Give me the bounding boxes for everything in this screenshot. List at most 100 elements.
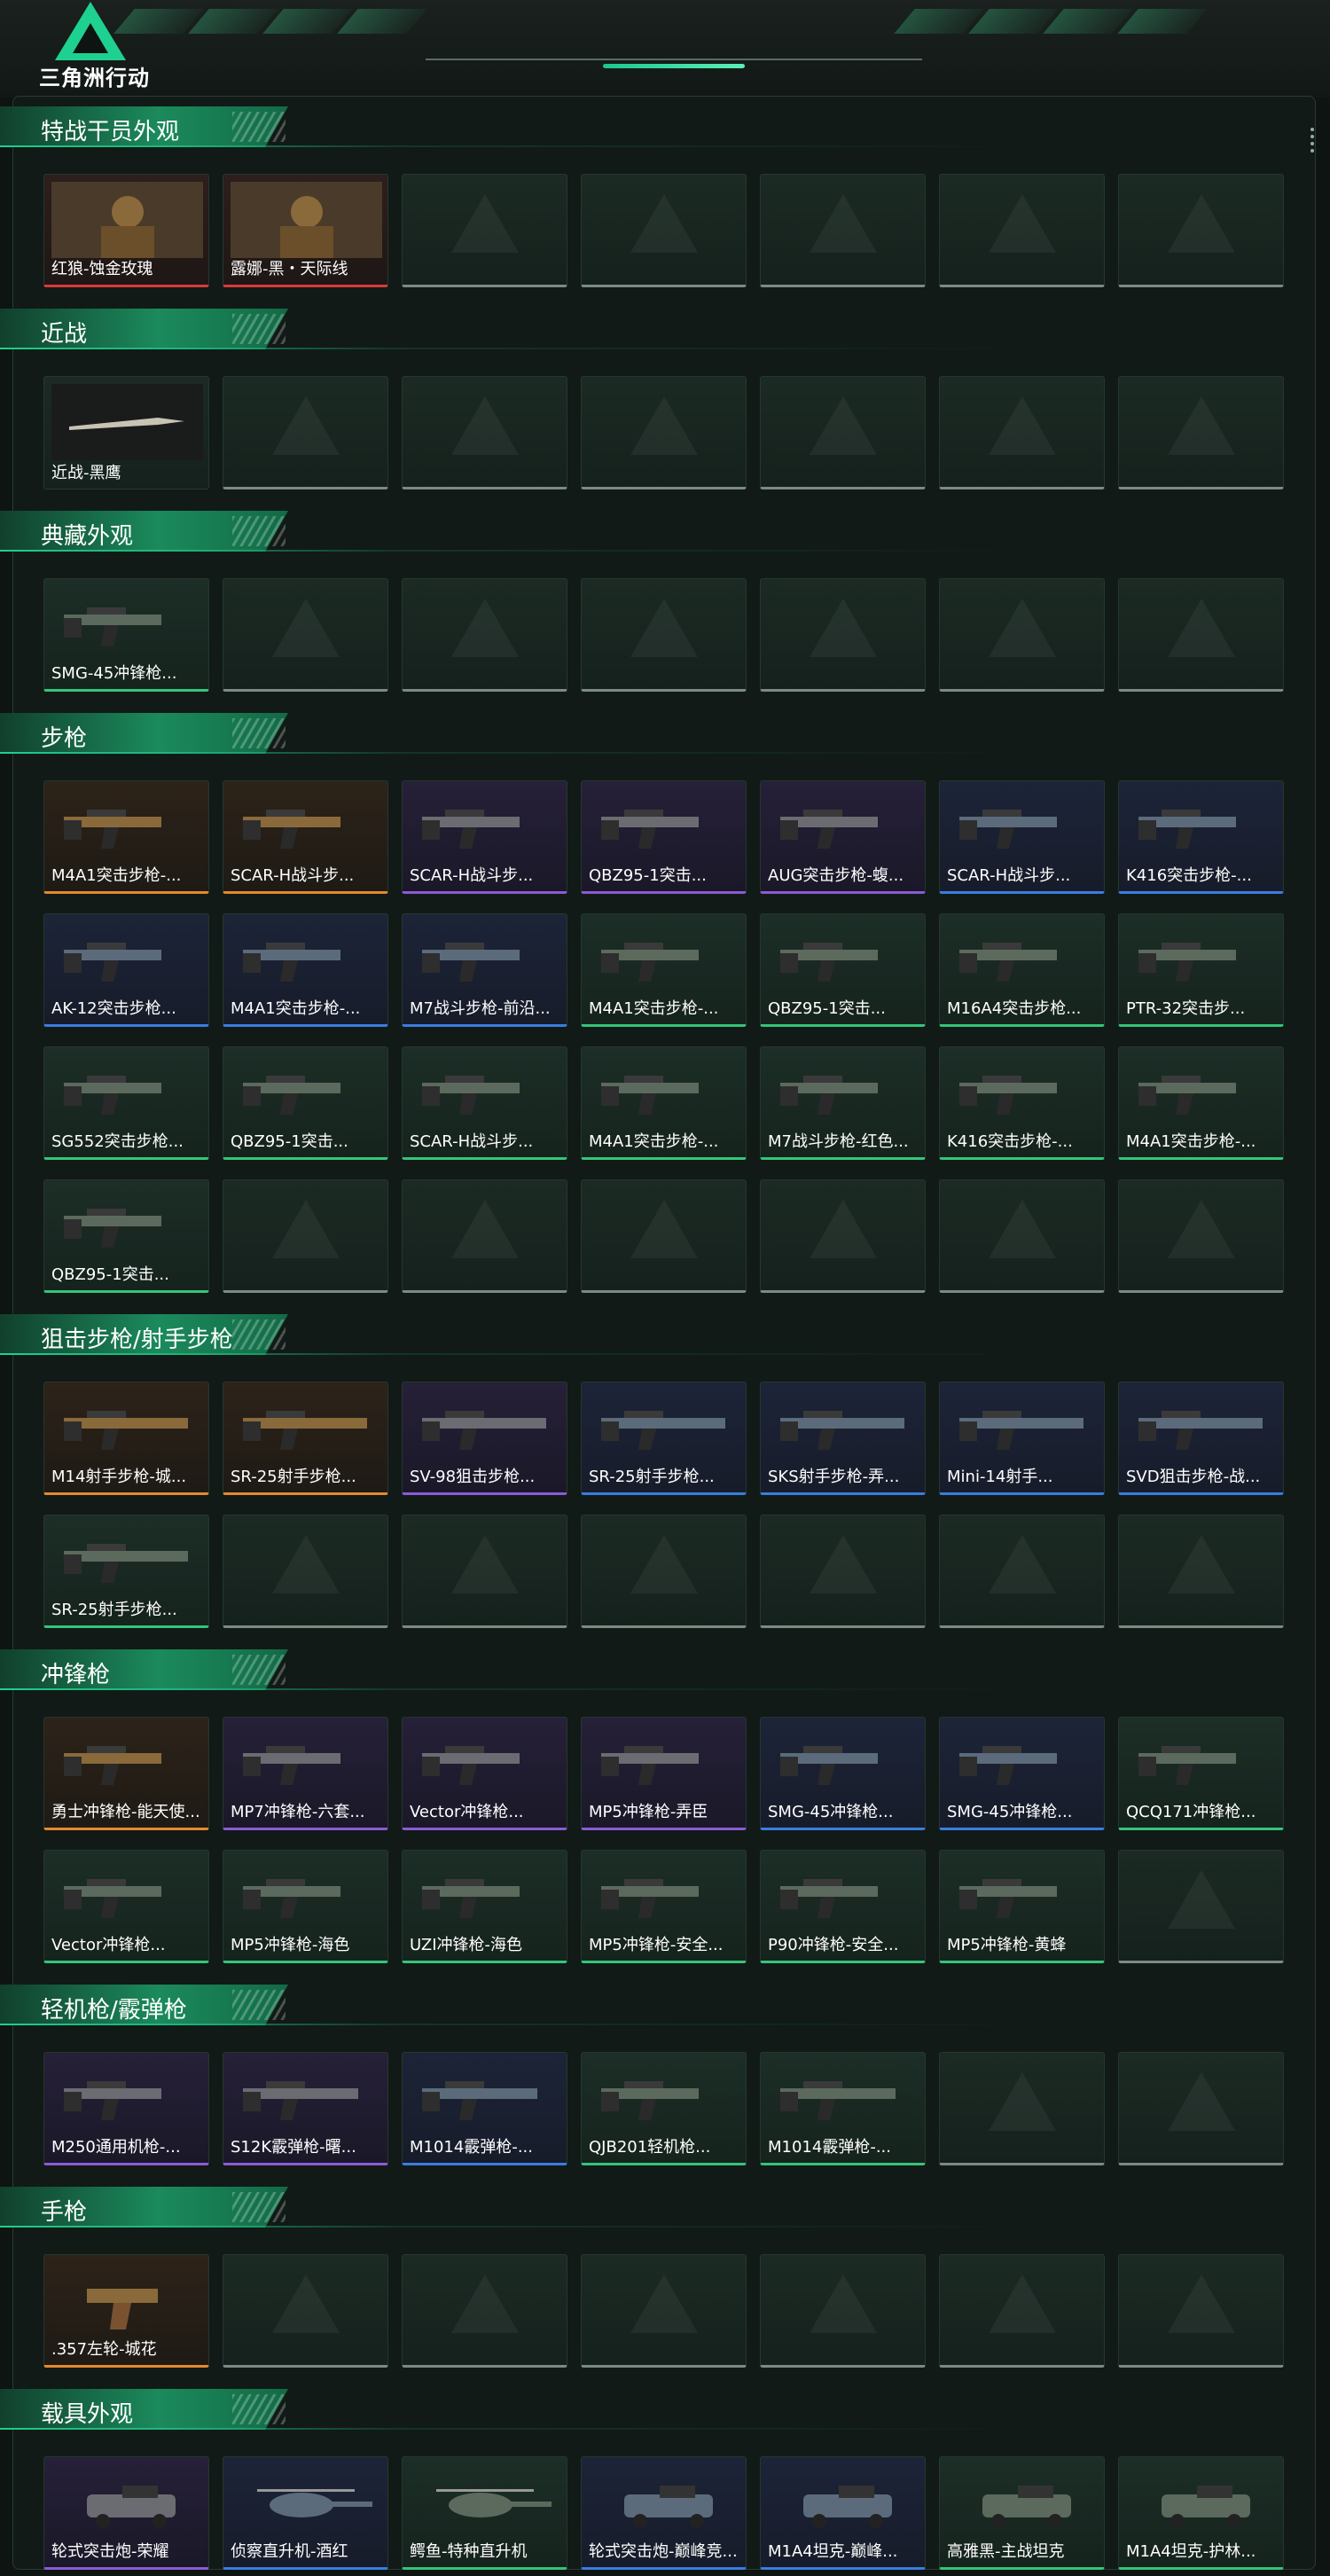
skin-card[interactable]: 露娜-黑・天际线 (223, 174, 388, 287)
skin-card-label: SCAR-H战斗步... (410, 866, 534, 885)
skin-card[interactable]: S12K霰弹枪-曙... (223, 2052, 388, 2165)
skin-card[interactable]: SCAR-H战斗步... (402, 1046, 567, 1160)
skin-card[interactable]: M4A1突击步枪-... (223, 913, 388, 1027)
skin-card[interactable]: SMG-45冲锋枪... (939, 1717, 1105, 1830)
vehicle-icon (589, 2464, 740, 2541)
skin-card[interactable]: MP7冲锋枪-六套... (223, 1717, 388, 1830)
skin-card-label: M16A4突击步枪... (947, 999, 1082, 1018)
skin-card[interactable]: QBZ95-1突击... (223, 1046, 388, 1160)
rifle-icon (589, 788, 740, 865)
skin-card[interactable]: SR-25射手步枪... (581, 1382, 747, 1495)
skin-card[interactable]: SVD狙击步枪-战... (1118, 1382, 1284, 1495)
skin-card-label: M1A4坦克-巅峰... (768, 2542, 898, 2561)
skin-card[interactable]: M4A1突击步枪-... (43, 780, 209, 894)
skin-card[interactable]: QJB201轻机枪... (581, 2052, 747, 2165)
skin-card[interactable]: 高雅黑-主战坦克 (939, 2456, 1105, 2570)
skin-card[interactable]: SR-25射手步枪... (223, 1382, 388, 1495)
skin-card-label: M4A1突击步枪-... (589, 999, 719, 1018)
skin-card[interactable]: Mini-14射手... (939, 1382, 1105, 1495)
skin-card[interactable]: 轮式突击炮-荣耀 (43, 2456, 209, 2570)
section-7: 手枪 .357左轮-城花 (0, 2187, 1330, 2389)
empty-slot (223, 578, 388, 692)
skin-card[interactable]: SCAR-H战斗步... (939, 780, 1105, 894)
section-header: 冲锋枪 (0, 1649, 1330, 1690)
skin-card[interactable]: M1014霰弹枪-... (760, 2052, 926, 2165)
skin-card[interactable]: M4A1突击步枪-... (1118, 1046, 1284, 1160)
header-progress-line (426, 59, 922, 69)
skin-card[interactable]: K416突击步枪-... (1118, 780, 1284, 894)
rifle-icon (410, 921, 561, 998)
lmg-icon (51, 2060, 203, 2136)
skin-card[interactable]: M7战斗步枪-前沿... (402, 913, 567, 1027)
section-title: 狙击步枪/射手步枪 (41, 1327, 233, 1353)
helicopter-icon (231, 2464, 382, 2541)
empty-slot (760, 1179, 926, 1293)
skin-card[interactable]: QBZ95-1突击... (760, 913, 926, 1027)
skin-card-label: MP5冲锋枪-弄臣 (589, 1803, 708, 1821)
skin-card[interactable]: SCAR-H战斗步... (402, 780, 567, 894)
empty-slot (939, 2052, 1105, 2165)
skin-card[interactable]: UZI冲锋枪-海色 (402, 1850, 567, 1963)
skin-card[interactable]: .357左轮-城花 (43, 2254, 209, 2368)
skin-card-label: QCQ171冲锋枪... (1126, 1803, 1256, 1821)
skin-card[interactable]: MP5冲锋枪-黄蜂 (939, 1850, 1105, 1963)
skin-card-label: M14射手步枪-城... (51, 1468, 187, 1486)
skin-card[interactable]: MP5冲锋枪-弄臣 (581, 1717, 747, 1830)
section-title: 冲锋枪 (41, 1662, 111, 1688)
skin-card[interactable]: AK-12突击步枪... (43, 913, 209, 1027)
empty-slot (760, 1515, 926, 1628)
skin-card[interactable]: M14射手步枪-城... (43, 1382, 209, 1495)
skin-card[interactable]: SKS射手步枪-弄... (760, 1382, 926, 1495)
rifle-icon (231, 788, 382, 865)
skin-card[interactable]: QCQ171冲锋枪... (1118, 1717, 1284, 1830)
sniper-icon (51, 1390, 203, 1466)
skin-card[interactable]: QBZ95-1突击... (581, 780, 747, 894)
section-title: 近战 (41, 321, 88, 348)
skin-card[interactable]: Vector冲锋枪... (43, 1850, 209, 1963)
skin-card[interactable]: 轮式突击炮-巅峰竞... (581, 2456, 747, 2570)
skin-card[interactable]: SG552突击步枪... (43, 1046, 209, 1160)
empty-slot (1118, 1515, 1284, 1628)
skin-card[interactable]: Vector冲锋枪... (402, 1717, 567, 1830)
skin-card-label: SKS射手步枪-弄... (768, 1468, 900, 1486)
skin-card-label: SG552突击步枪... (51, 1132, 184, 1151)
skin-card[interactable]: M4A1突击步枪-... (581, 1046, 747, 1160)
empty-slot (939, 1179, 1105, 1293)
rifle-icon (589, 921, 740, 998)
skin-card[interactable]: 红狼-蚀金玫瑰 (43, 174, 209, 287)
skin-card-label: M250通用机枪-... (51, 2138, 181, 2157)
skin-card[interactable]: MP5冲锋枪-海色 (223, 1850, 388, 1963)
skin-card[interactable]: K416突击步枪-... (939, 1046, 1105, 1160)
rifle-icon (768, 921, 919, 998)
skin-card[interactable]: SR-25射手步枪... (43, 1515, 209, 1628)
skin-card[interactable]: 勇士冲锋枪-能天使... (43, 1717, 209, 1830)
skin-card[interactable]: P90冲锋枪-安全... (760, 1850, 926, 1963)
skin-card[interactable]: 鳄鱼-特种直升机 (402, 2456, 567, 2570)
skin-card[interactable]: M1A4坦克-护林... (1118, 2456, 1284, 2570)
skin-card[interactable]: PTR-32突击步... (1118, 913, 1284, 1027)
section-title: 步枪 (41, 725, 88, 752)
shotgun-icon (410, 2060, 561, 2136)
game-logo: 三角洲行动 (39, 0, 190, 90)
sniper-icon (410, 1390, 561, 1466)
skin-card[interactable]: 近战-黑鹰 (43, 376, 209, 489)
skin-card[interactable]: M7战斗步枪-红色... (760, 1046, 926, 1160)
skin-card-label: SMG-45冲锋枪... (947, 1803, 1073, 1821)
skin-card[interactable]: M250通用机枪-... (43, 2052, 209, 2165)
skin-card[interactable]: AUG突击步枪-蝮... (760, 780, 926, 894)
skin-card[interactable]: M1014霰弹枪-... (402, 2052, 567, 2165)
skin-card[interactable]: 侦察直升机-酒红 (223, 2456, 388, 2570)
skin-card[interactable]: QBZ95-1突击... (43, 1179, 209, 1293)
skin-card[interactable]: M4A1突击步枪-... (581, 913, 747, 1027)
skin-card[interactable]: SCAR-H战斗步... (223, 780, 388, 894)
skin-card[interactable]: M16A4突击步枪... (939, 913, 1105, 1027)
skin-card[interactable]: MP5冲锋枪-安全... (581, 1850, 747, 1963)
skin-card[interactable]: M1A4坦克-巅峰... (760, 2456, 926, 2570)
rifle-icon (768, 1054, 919, 1131)
sniper-icon (51, 1523, 203, 1599)
skin-card[interactable]: SV-98狙击步枪... (402, 1382, 567, 1495)
rifle-icon (51, 921, 203, 998)
skin-card[interactable]: SMG-45冲锋枪... (43, 578, 209, 692)
skin-card[interactable]: SMG-45冲锋枪... (760, 1717, 926, 1830)
empty-slot (760, 2254, 926, 2368)
